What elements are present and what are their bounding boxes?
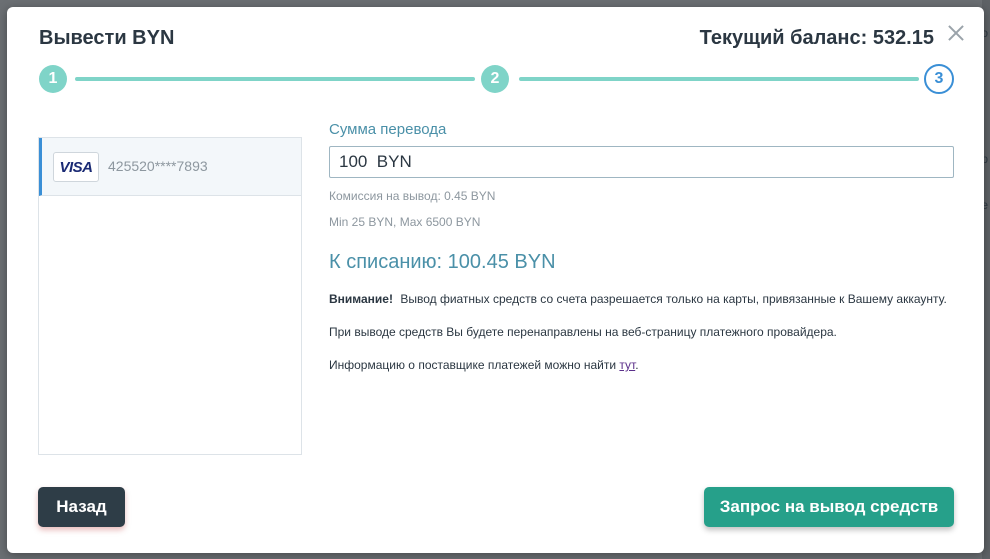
- visa-logo-icon: VISA: [53, 152, 99, 182]
- step-connector: [519, 77, 919, 81]
- stepper: 1 2 3: [39, 64, 954, 95]
- card-list: VISA 425520****7893: [38, 137, 302, 455]
- withdraw-form: Сумма перевода Комиссия на вывод: 0.45 B…: [329, 121, 954, 372]
- redirect-note: При выводе средств Вы будете перенаправл…: [329, 325, 837, 339]
- close-icon[interactable]: [946, 23, 966, 43]
- card-item-visa[interactable]: VISA 425520****7893: [39, 138, 301, 196]
- provider-info-text: Информацию о поставщике платежей можно н…: [329, 358, 617, 372]
- back-button[interactable]: Назад: [38, 487, 125, 527]
- provider-info-tail: .: [635, 358, 639, 372]
- provider-info-link[interactable]: тут: [619, 358, 635, 372]
- amount-input[interactable]: [329, 146, 954, 178]
- warning-note: Внимание! Вывод фиатных средств со счета…: [329, 292, 954, 306]
- fee-text: Комиссия на вывод: 0.45 BYN: [329, 189, 496, 203]
- step-connector: [75, 77, 475, 81]
- current-balance: Текущий баланс: 532.15: [699, 27, 934, 49]
- provider-info: Информацию о поставщике платежей можно н…: [329, 358, 954, 372]
- warning-title: Внимание!: [329, 292, 393, 306]
- step-3-active: 3: [924, 64, 954, 94]
- step-1: 1: [39, 65, 67, 93]
- withdraw-modal: Вывести BYN Текущий баланс: 532.15 1 2 3…: [7, 7, 984, 553]
- amount-label: Сумма перевода: [329, 121, 447, 138]
- charge-amount: К списанию: 100.45 BYN: [329, 251, 556, 273]
- step-2: 2: [481, 65, 509, 93]
- warning-text: Вывод фиатных средств со счета разрешает…: [400, 292, 947, 306]
- modal-title: Вывести BYN: [39, 27, 175, 49]
- submit-withdraw-button[interactable]: Запрос на вывод средств: [704, 487, 954, 527]
- limits-text: Min 25 BYN, Max 6500 BYN: [329, 215, 481, 229]
- card-number: 425520****7893: [108, 158, 208, 174]
